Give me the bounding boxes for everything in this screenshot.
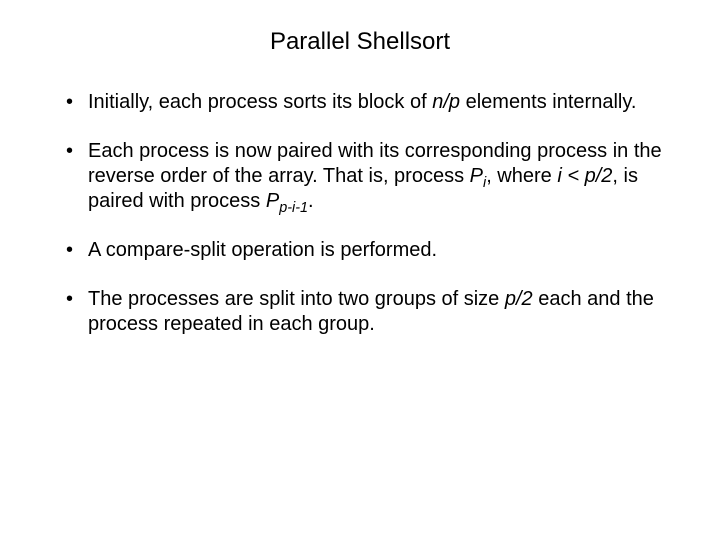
math-np: n/p [432,91,460,113]
slide-title: Parallel Shellsort [48,28,672,56]
math-P: P [266,190,279,212]
bullet-list: Initially, each process sorts its block … [48,90,672,337]
list-item: A compare-split operation is performed. [66,238,672,263]
math-P: P [470,165,483,187]
text-run: elements internally. [460,91,636,113]
subscript-pi1: p-i-1 [279,200,308,216]
list-item: Each process is now paired with its corr… [66,139,672,214]
text-run: A compare-split operation is performed. [88,239,437,261]
text-run: , where [486,165,557,187]
list-item: The processes are split into two groups … [66,287,672,337]
text-run: . [308,190,314,212]
text-run: Initially, each process sorts its block … [88,91,432,113]
math-cond: i < p/2 [557,165,612,187]
text-run: The processes are split into two groups … [88,288,505,310]
math-p2: p/2 [505,288,533,310]
list-item: Initially, each process sorts its block … [66,90,672,115]
